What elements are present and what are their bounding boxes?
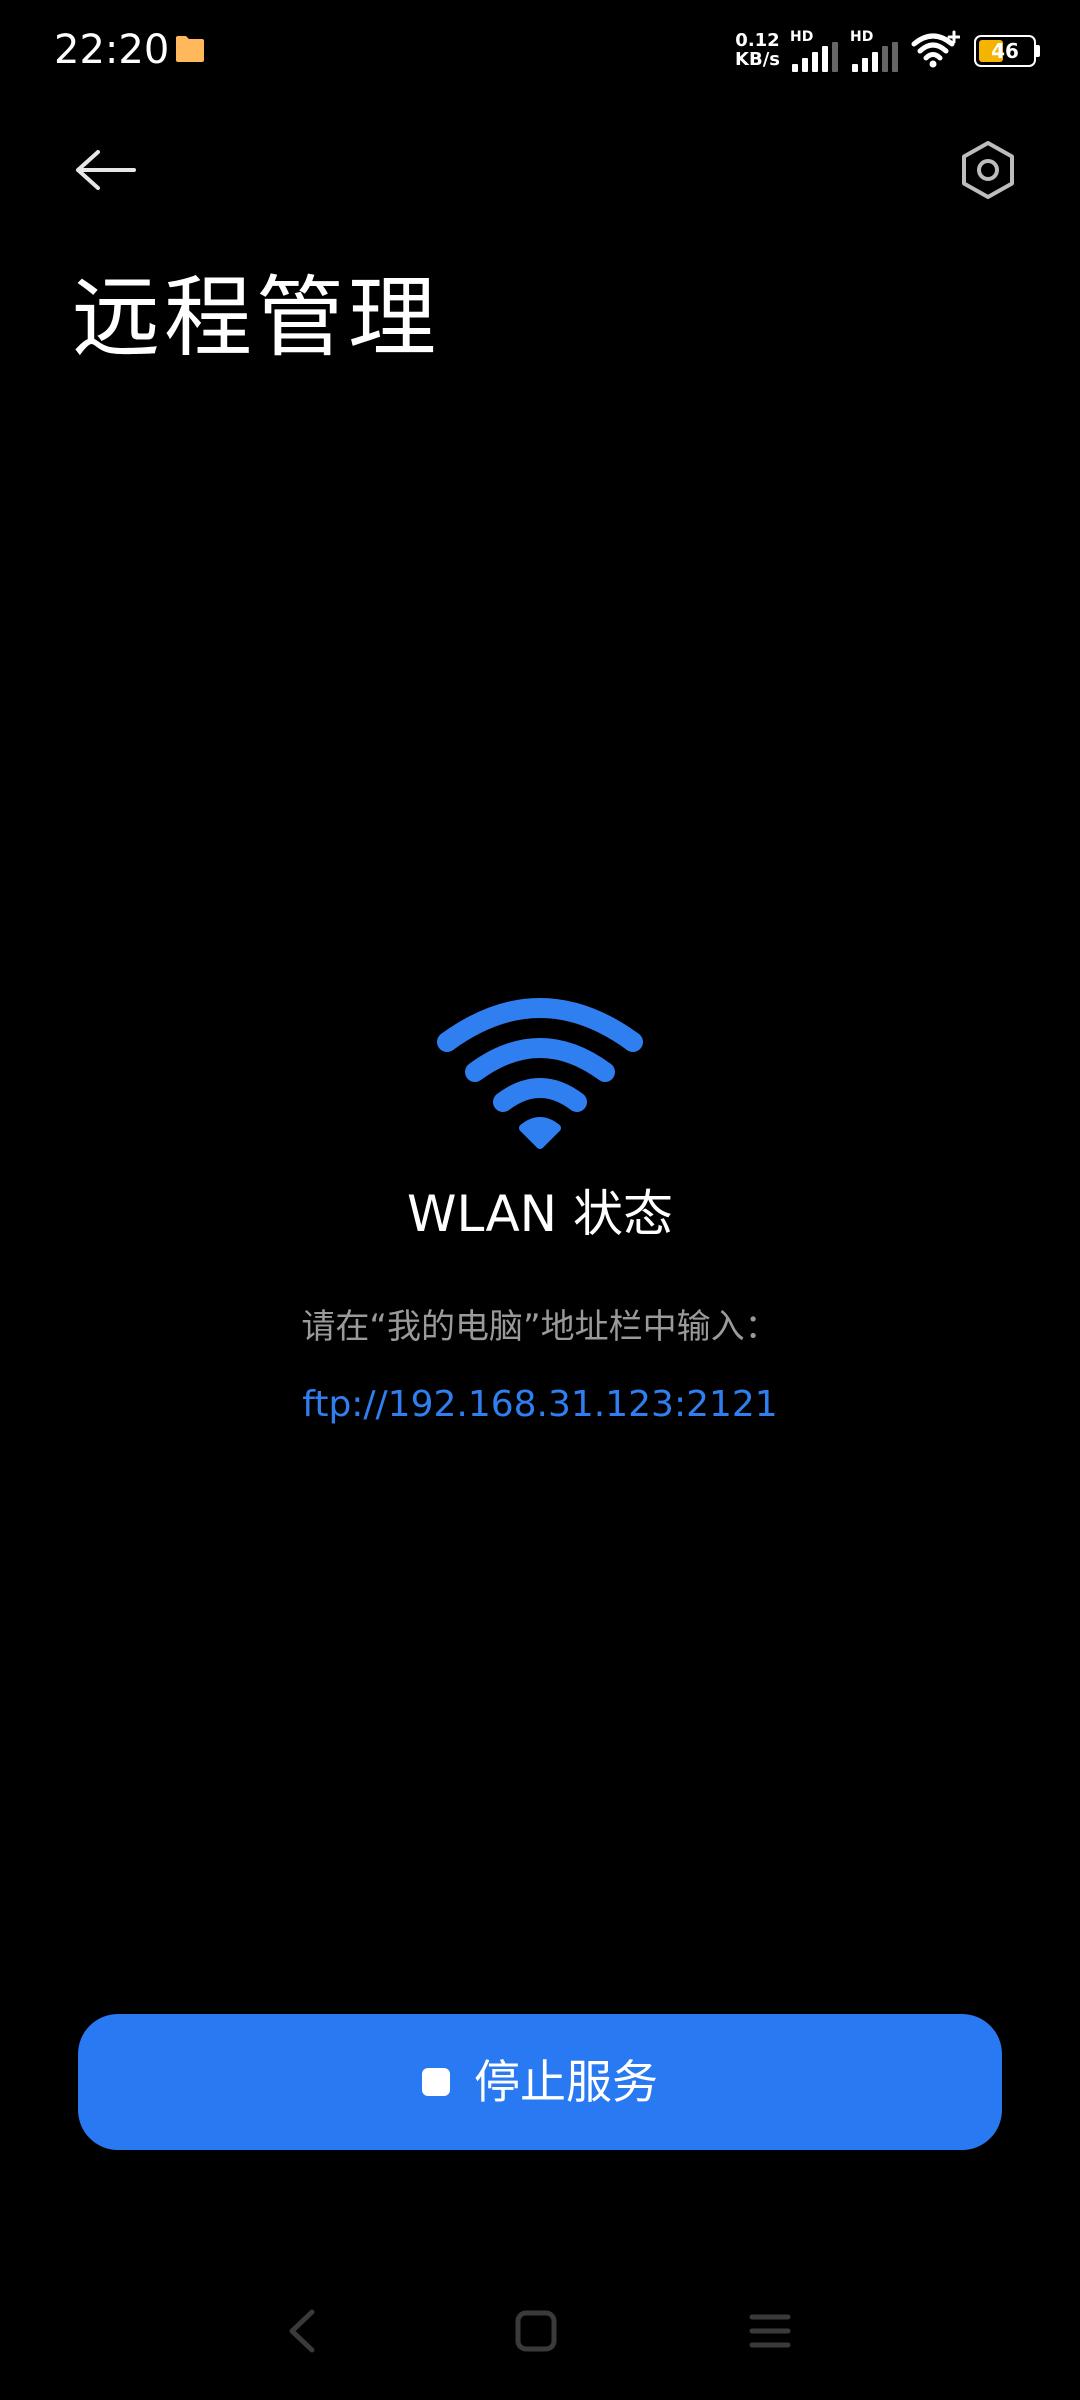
cell-signal-icon xyxy=(852,42,898,72)
network-speed-value: 0.12 xyxy=(735,30,780,51)
navigation-bar xyxy=(0,2290,1080,2370)
battery-indicator: 46 xyxy=(974,35,1040,67)
nav-home-button[interactable] xyxy=(496,2296,576,2366)
folder-icon xyxy=(176,36,204,62)
stop-service-button[interactable]: 停止服务 xyxy=(78,2014,1002,2150)
hexagon-settings-icon xyxy=(962,141,1014,199)
nav-menu-icon xyxy=(749,2314,791,2348)
nav-home-icon xyxy=(515,2310,557,2352)
network-speed-unit: KB/s xyxy=(735,49,780,70)
instruction-text: 请在“我的电脑”地址栏中输入： xyxy=(301,1307,779,1347)
cell-signal-icon xyxy=(792,42,838,72)
ftp-address-link[interactable]: ftp://192.168.31.123:2121 xyxy=(0,1380,1080,1430)
page-title: 远程管理 xyxy=(72,266,441,369)
wifi-status-icon xyxy=(911,30,960,68)
status-indicators: 0.12 KB/s HD HD 46 xyxy=(735,26,1040,74)
network-speed: 0.12 KB/s xyxy=(735,31,780,69)
wlan-status-label: WLAN 状态 xyxy=(407,1185,673,1243)
arrow-left-icon xyxy=(76,150,136,190)
battery-tip xyxy=(1036,45,1040,57)
nav-menu-button[interactable] xyxy=(730,2296,810,2366)
settings-button[interactable] xyxy=(948,130,1028,210)
status-bar: 22:20 0.12 KB/s HD HD 46 xyxy=(0,0,1080,100)
nav-back-button[interactable] xyxy=(262,2296,342,2366)
wlan-status-panel: WLAN 状态 请在“我的电脑”地址栏中输入： ftp://192.168.31… xyxy=(0,990,1080,1430)
signal-1: HD xyxy=(790,28,838,72)
back-button[interactable] xyxy=(66,130,146,210)
nav-back-icon xyxy=(289,2309,315,2353)
battery-level: 46 xyxy=(991,39,1019,63)
status-time: 22:20 xyxy=(54,27,170,73)
stop-service-label: 停止服务 xyxy=(474,2055,658,2109)
wifi-icon xyxy=(437,998,643,1149)
stop-square-icon xyxy=(422,2068,450,2096)
signal-2: HD xyxy=(850,28,898,72)
